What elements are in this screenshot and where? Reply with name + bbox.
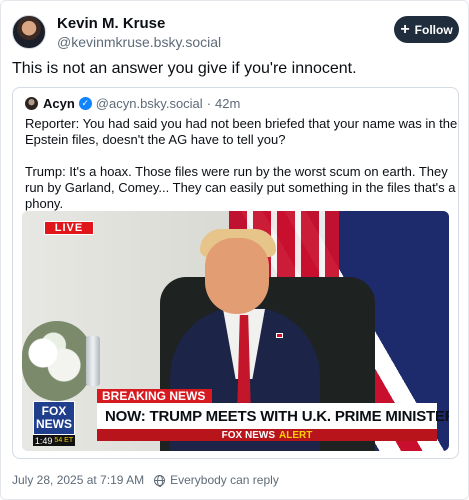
quote-line: phony. — [25, 196, 64, 211]
plus-icon: + — [400, 20, 410, 38]
clock-zone: 54 ET — [54, 437, 74, 444]
quote-line: Trump: It's a hoax. Those files were run… — [25, 164, 448, 179]
fox-news-logo: FOX NEWS — [33, 401, 75, 435]
post-text: This is not an answer you give if you're… — [12, 60, 357, 77]
alert-bar: FOX NEWS ALERT — [97, 429, 437, 441]
quote-line: Epstein files, doesn't the AG have to te… — [25, 132, 286, 147]
author-handle[interactable]: @kevinmkruse.bsky.social — [57, 34, 221, 50]
reply-setting-label: Everybody can reply — [170, 473, 279, 487]
quoted-post[interactable]: Acyn ✓ @acyn.bsky.social · 42m Reporter:… — [12, 87, 459, 459]
quote-avatar[interactable] — [25, 97, 38, 110]
news-lower-third: BREAKING NEWS NOW: TRUMP MEETS WITH U.K.… — [22, 387, 449, 451]
reply-setting[interactable]: Everybody can reply — [154, 473, 279, 487]
quote-line: run by Garland, Comey... They can easily… — [25, 180, 456, 195]
post-footer: July 28, 2025 at 7:19 AM Everybody can r… — [12, 473, 279, 487]
follow-button[interactable]: + Follow — [394, 16, 459, 43]
clock-time: 1:49 — [34, 435, 53, 446]
quote-time: 42m — [215, 96, 241, 111]
quote-line: Reporter: You had said you had not been … — [25, 116, 458, 131]
video-player[interactable]: LIVE BREAKING NEWS NOW: TRUMP MEETS WITH… — [22, 211, 449, 451]
globe-icon — [154, 474, 166, 487]
quote-separator: · — [206, 96, 212, 111]
check-badge-icon: ✓ — [78, 97, 92, 110]
flag-pin — [276, 333, 283, 338]
post-card: Kevin M. Kruse @kevinmkruse.bsky.social … — [0, 0, 469, 500]
quote-paragraph-gap — [25, 148, 453, 164]
quote-header: Acyn ✓ @acyn.bsky.social · 42m — [43, 96, 240, 111]
post-timestamp[interactable]: July 28, 2025 at 7:19 AM — [12, 473, 144, 487]
live-badge: LIVE — [44, 221, 94, 235]
author-name[interactable]: Kevin M. Kruse — [57, 15, 165, 32]
alert-brand: FOX NEWS — [221, 429, 275, 441]
author-avatar[interactable] — [12, 15, 46, 49]
news-headline: NOW: TRUMP MEETS WITH U.K. PRIME MINISTE… — [97, 403, 449, 429]
broadcast-clock: 1:49 54 ET — [33, 435, 75, 446]
breaking-news-tag: BREAKING NEWS — [97, 389, 212, 403]
quote-author-name[interactable]: Acyn — [43, 96, 75, 111]
follow-button-label: Follow — [414, 22, 453, 37]
logo-line-2: NEWS — [36, 417, 72, 431]
person-face — [205, 238, 269, 314]
quote-author-handle[interactable]: @acyn.bsky.social — [96, 96, 203, 111]
alert-word: ALERT — [279, 429, 313, 441]
water-bottle — [86, 336, 100, 386]
quote-text: Reporter: You had said you had not been … — [25, 116, 458, 212]
